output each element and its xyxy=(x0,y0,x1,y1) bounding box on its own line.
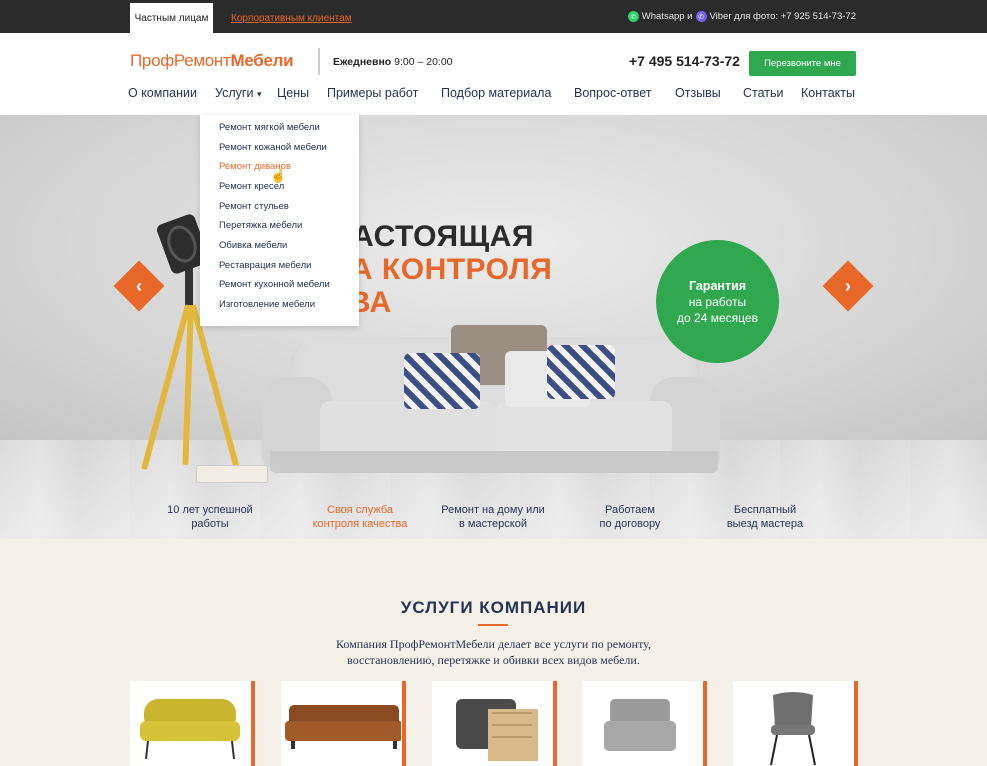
tab-private-clients[interactable]: Частным лицам xyxy=(130,3,213,33)
feature-line: Своя служба xyxy=(327,504,393,516)
services-dropdown: Ремонт мягкой мебели Ремонт кожаной мебе… xyxy=(200,115,359,326)
guarantee-line2: на работы xyxy=(688,294,747,309)
logo[interactable]: ПрофРемонтМебели xyxy=(130,51,294,71)
site-header: ПрофРемонтМебели Ежедневно 9:00 – 20:00 … xyxy=(0,33,987,115)
main-nav: О компании Услуги ▾ Цены Примеры работ П… xyxy=(0,83,987,105)
feature-line: Ремонт на дому или xyxy=(441,504,545,516)
nav-item-prices[interactable]: Цены xyxy=(277,86,309,100)
slider-next-button[interactable]: › xyxy=(822,260,874,312)
feature-line: Работаем xyxy=(605,504,655,516)
dropdown-item-leather-furniture[interactable]: Ремонт кожаной мебели xyxy=(219,142,327,153)
services-description: Компания ПрофРемонтМебели делает все усл… xyxy=(0,636,987,668)
services-title: УСЛУГИ КОМПАНИИ xyxy=(400,598,587,617)
feature-line: 10 лет успешной xyxy=(167,504,253,516)
feature-home-repair: Ремонт на дому или в мастерской xyxy=(433,503,553,531)
dropdown-item-restoration[interactable]: Реставрация мебели xyxy=(219,260,312,271)
nav-item-services-label: Услуги xyxy=(215,86,254,100)
logo-part1: ПрофРемонт xyxy=(130,51,231,70)
feature-free-visit: Бесплатный выезд мастера xyxy=(705,503,825,531)
chevron-left-icon: ‹ xyxy=(136,275,142,296)
guarantee-title: Гарантия xyxy=(688,278,747,293)
service-card-armchair-repair[interactable] xyxy=(432,681,557,766)
chevron-down-icon: ▾ xyxy=(256,89,262,99)
grey-chair-image xyxy=(770,692,816,766)
chevron-right-icon: › xyxy=(845,275,851,296)
services-section: УСЛУГИ КОМПАНИИ Компания ПрофРемонтМебел… xyxy=(0,539,987,766)
card-accent xyxy=(402,681,406,766)
hours-value: 9:00 – 20:00 xyxy=(394,56,453,68)
card-accent xyxy=(553,681,557,766)
hero-headline-line1: НАСТОЯЩАЯ xyxy=(330,220,534,253)
hero-banner: НАСТОЯЩАЯ БА КОНТРОЛЯ ТВА Гарантия на ра… xyxy=(0,115,987,539)
messengers-contact: ✆ Whatsapp и ✆ Viber для фото: +7 925 51… xyxy=(627,0,857,33)
sofa-base xyxy=(270,451,718,473)
sofa-seat xyxy=(320,401,496,457)
whatsapp-icon[interactable]: ✆ xyxy=(627,11,639,22)
hours-label: Ежедневно xyxy=(333,56,392,68)
working-hours: Ежедневно 9:00 – 20:00 xyxy=(333,56,453,68)
grey-armchair-image xyxy=(604,699,676,751)
guarantee-badge: Гарантия на работы до 24 месяцев xyxy=(656,240,779,363)
service-card-leather-sofa[interactable] xyxy=(281,681,406,766)
services-desc-line: Компания ПрофРемонтМебели делает все усл… xyxy=(336,637,651,651)
nav-item-faq[interactable]: Вопрос-ответ xyxy=(574,86,652,100)
card-accent xyxy=(251,681,255,766)
service-card-armchair[interactable] xyxy=(582,681,707,766)
dropdown-item-soft-furniture[interactable]: Ремонт мягкой мебели xyxy=(219,122,320,133)
sofa-seat xyxy=(496,401,672,457)
callback-button[interactable]: Перезвоните мне xyxy=(749,51,856,76)
nav-item-portfolio[interactable]: Примеры работ xyxy=(327,86,418,100)
pointer-cursor-icon: ☝ xyxy=(270,168,287,183)
feature-line: выезд мастера xyxy=(726,518,804,530)
services-desc-line: восстановлению, перетяжке и обивки всех … xyxy=(347,653,640,667)
viber-icon[interactable]: ✆ xyxy=(695,11,707,22)
nav-item-contacts[interactable]: Контакты xyxy=(801,86,855,100)
viber-label: Viber для фото: +7 925 514-73-72 xyxy=(709,11,857,22)
feature-line: в мастерской xyxy=(459,518,527,530)
nav-item-reviews[interactable]: Отзывы xyxy=(675,86,721,100)
service-card-chair[interactable] xyxy=(733,681,858,766)
whatsapp-label: Whatsapp и xyxy=(641,11,693,22)
dropdown-item-reupholstery[interactable]: Перетяжка мебели xyxy=(219,220,302,231)
dropdown-item-upholstery[interactable]: Обивка мебели xyxy=(219,240,287,251)
nav-item-articles[interactable]: Статьи xyxy=(743,86,784,100)
armchair-frame-image xyxy=(456,699,538,761)
hero-headline-line2: БА КОНТРОЛЯ xyxy=(330,253,553,286)
guarantee-line3: до 24 месяцев xyxy=(677,310,758,325)
logo-part2: Мебели xyxy=(230,51,294,70)
tab-corporate-clients[interactable]: Корпоративным клиентам xyxy=(231,3,352,33)
feature-line: по договору xyxy=(599,518,661,530)
feature-quality-control[interactable]: Своя служба контроля качества xyxy=(300,503,420,531)
nav-item-materials[interactable]: Подбор материала xyxy=(441,86,551,100)
card-accent xyxy=(854,681,858,766)
nav-item-about[interactable]: О компании xyxy=(128,86,197,100)
feature-experience: 10 лет успешной работы xyxy=(150,503,270,531)
leather-sofa-image xyxy=(285,705,401,749)
pillow xyxy=(404,353,480,409)
card-accent xyxy=(703,681,707,766)
books-image xyxy=(196,465,268,483)
logo-divider xyxy=(318,48,320,75)
yellow-sofa-image xyxy=(140,699,240,760)
pillow xyxy=(547,345,615,399)
top-bar: Частным лицам Корпоративным клиентам ✆ W… xyxy=(0,0,987,33)
feature-contract: Работаем по договору xyxy=(570,503,690,531)
feature-line: контроля качества xyxy=(312,518,408,530)
service-card-sofa[interactable] xyxy=(130,681,255,766)
dropdown-item-kitchen[interactable]: Ремонт кухонной мебели xyxy=(219,279,330,290)
slider-prev-button[interactable]: ‹ xyxy=(113,260,165,312)
phone-number[interactable]: +7 495 514-73-72 xyxy=(629,53,740,69)
nav-item-services[interactable]: Услуги ▾ xyxy=(215,86,261,100)
feature-line: Бесплатный xyxy=(733,504,797,516)
dropdown-item-manufacturing[interactable]: Изготовление мебели xyxy=(219,299,315,310)
feature-line: работы xyxy=(191,518,229,530)
title-underline xyxy=(478,624,508,626)
dropdown-item-chairs[interactable]: Ремонт стульев xyxy=(219,201,289,212)
